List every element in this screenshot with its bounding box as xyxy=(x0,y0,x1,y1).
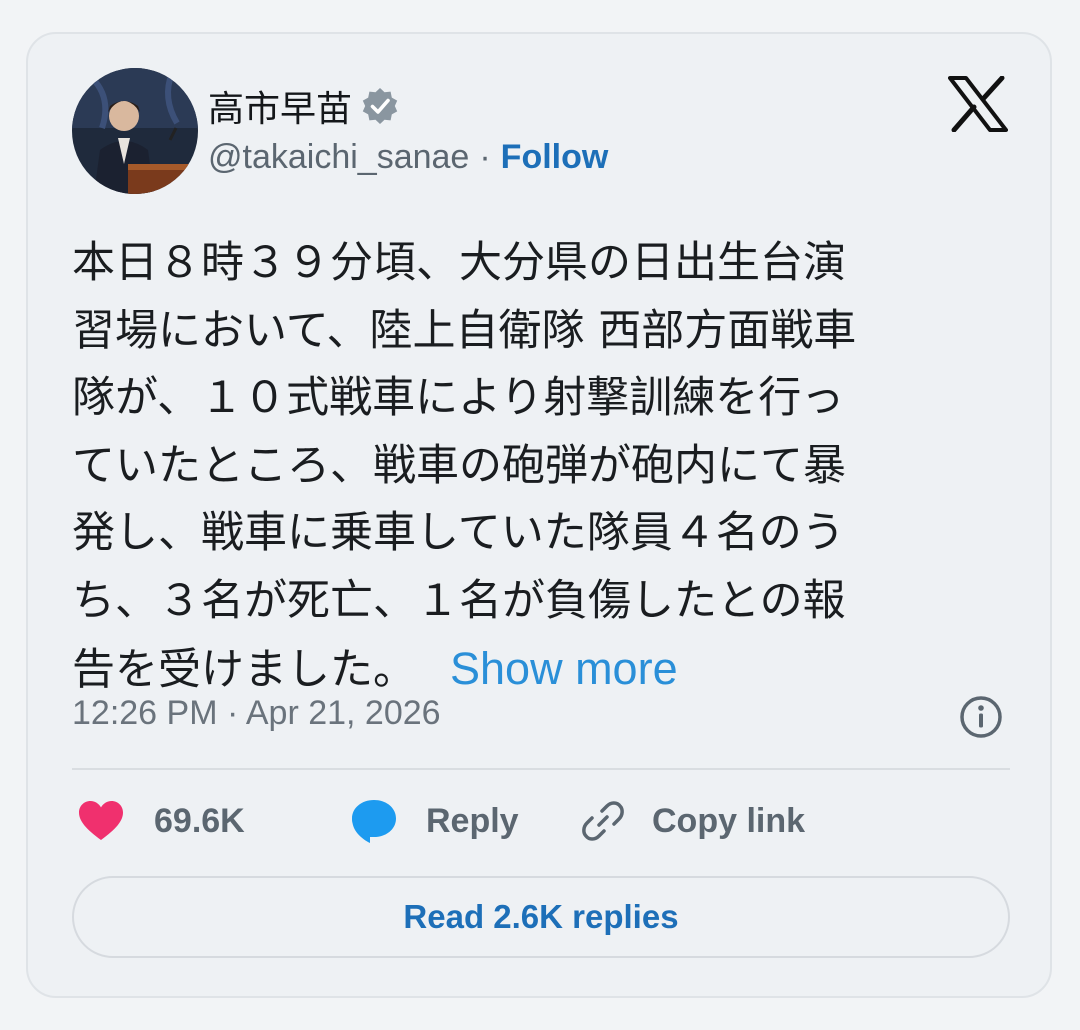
avatar-image xyxy=(72,68,198,194)
follow-button[interactable]: Follow xyxy=(501,138,609,177)
tweet-card: 高市早苗 @takaichi_sanae · Follow 本日８時３９分頃、大… xyxy=(26,32,1052,998)
avatar[interactable] xyxy=(72,68,198,194)
copy-link-label: Copy link xyxy=(652,801,806,840)
author-name-row: 高市早苗 xyxy=(208,80,400,132)
divider xyxy=(72,768,1010,770)
link-icon xyxy=(582,801,624,841)
tweet-line: ち、３名が死亡、１名が負傷したとの報 xyxy=(72,575,846,626)
tweet-line: 告を受けました。 xyxy=(72,645,416,695)
like-button[interactable]: 69.6K xyxy=(78,796,245,846)
copy-link-button[interactable]: Copy link xyxy=(580,796,805,846)
author-handle-row: @takaichi_sanae · Follow xyxy=(208,138,608,177)
tweet-line: ていたところ、戦車の砲弾が砲内にて暴 xyxy=(72,440,846,491)
read-replies-button[interactable]: Read 2.6K replies xyxy=(72,876,1010,958)
read-replies-label: Read 2.6K replies xyxy=(403,898,679,935)
speech-bubble-icon xyxy=(352,800,396,843)
verified-badge-icon xyxy=(362,88,398,124)
info-icon[interactable] xyxy=(958,694,1004,740)
tweet-timestamp[interactable]: 12:26 PM · Apr 21, 2026 xyxy=(72,694,441,733)
like-count: 69.6K xyxy=(154,801,245,840)
tweet-line: 隊が、１０式戦車により射撃訓練を行っ xyxy=(72,373,845,423)
tweet-body: 本日８時３９分頃、大分県の日出生台演 習場において、陸上自衛隊 西部方面戦車 隊… xyxy=(72,230,992,705)
tweet-line: 発し、戦車に乗車していた隊員４名のう xyxy=(72,508,845,558)
show-more-link[interactable]: Show more xyxy=(450,643,678,694)
heart-icon xyxy=(79,801,123,840)
tweet-line: 本日８時３９分頃、大分県の日出生台演 xyxy=(72,238,846,288)
reply-button[interactable]: Reply xyxy=(350,796,519,846)
author-handle[interactable]: @takaichi_sanae xyxy=(208,138,469,177)
x-logo-icon[interactable] xyxy=(948,76,1008,132)
separator-dot: · xyxy=(479,138,491,176)
tweet-line: 習場において、陸上自衛隊 西部方面戦車 xyxy=(72,305,857,356)
author-display-name[interactable]: 高市早苗 xyxy=(208,80,352,132)
reply-label: Reply xyxy=(426,801,519,840)
action-bar: 69.6K Reply Copy link xyxy=(78,796,1008,846)
